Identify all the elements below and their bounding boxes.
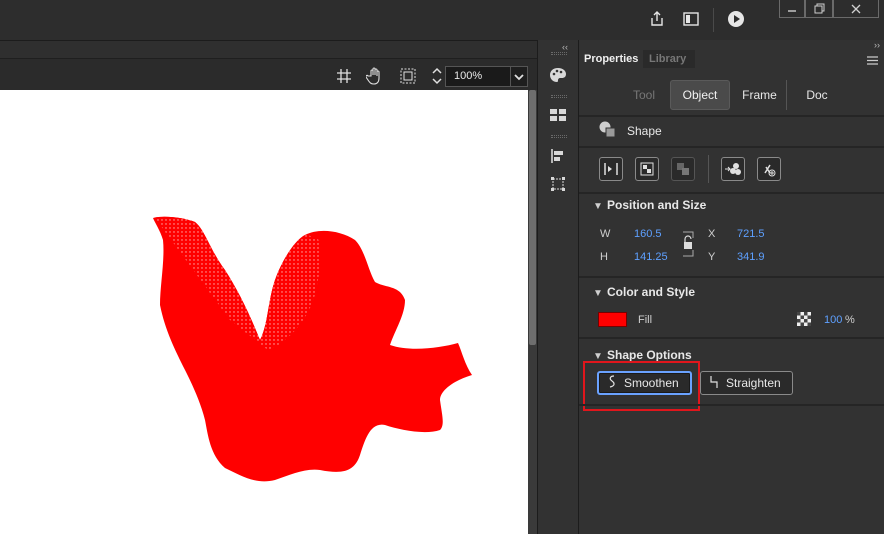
- section-color-style[interactable]: ▼ Color and Style: [593, 285, 695, 299]
- restore-button[interactable]: [805, 0, 833, 18]
- canvas-vertical-scrollbar[interactable]: [528, 90, 537, 534]
- width-value[interactable]: 160.5: [634, 228, 662, 240]
- chevron-down-icon: ▼: [593, 201, 603, 212]
- divider: [579, 192, 884, 194]
- stage-canvas[interactable]: [0, 90, 528, 534]
- swatches-icon[interactable]: [547, 104, 569, 126]
- tab-object[interactable]: Object: [670, 80, 730, 110]
- straighten-label: Straighten: [726, 376, 781, 390]
- grip: [551, 135, 567, 138]
- chevron-down-icon[interactable]: [511, 66, 528, 87]
- scrollbar-thumb[interactable]: [529, 90, 536, 345]
- panel-tool-strip: ‹‹: [537, 40, 579, 534]
- add-motion-icon[interactable]: [721, 157, 745, 181]
- minimize-button[interactable]: [779, 0, 805, 18]
- section-position-size[interactable]: ▼ Position and Size: [593, 198, 706, 212]
- panel-menu-icon[interactable]: [867, 54, 878, 68]
- x-label: X: [708, 228, 716, 240]
- collapse-right-icon[interactable]: ››: [874, 40, 880, 50]
- width-label: W: [600, 228, 611, 240]
- smoothen-label: Smoothen: [624, 376, 679, 390]
- pan-hand-icon[interactable]: [364, 65, 386, 87]
- smoothen-button[interactable]: Smoothen: [597, 371, 692, 395]
- close-button[interactable]: [833, 0, 879, 18]
- divider: [579, 146, 884, 148]
- height-value[interactable]: 141.25: [634, 251, 668, 263]
- shape-type-icon: [598, 120, 616, 141]
- fill-color-swatch[interactable]: [598, 312, 627, 327]
- fill-label: Fill: [638, 314, 653, 326]
- alpha-value[interactable]: 100: [824, 314, 842, 326]
- group-button: [671, 157, 695, 181]
- red-shape[interactable]: [0, 90, 528, 534]
- section-shape-options[interactable]: ▼ Shape Options: [593, 348, 692, 362]
- grip: [551, 95, 567, 98]
- toolbar-separator: [708, 155, 709, 183]
- straighten-icon: [710, 375, 718, 391]
- chevron-down-icon: ▼: [593, 288, 603, 299]
- title-bar: [0, 0, 884, 40]
- alpha-unit: %: [845, 314, 855, 326]
- clip-canvas-icon[interactable]: [397, 65, 419, 87]
- transform-icon[interactable]: [547, 173, 569, 195]
- tab-properties[interactable]: Properties: [584, 50, 642, 68]
- stage-toolbar: 100%: [0, 40, 537, 90]
- snap-icon[interactable]: [333, 65, 355, 87]
- play-icon[interactable]: [725, 8, 747, 30]
- document-tab-strip: [0, 41, 537, 59]
- x-value[interactable]: 721.5: [737, 228, 765, 240]
- panel-layout-icon[interactable]: [680, 8, 702, 30]
- create-tween-icon[interactable]: [757, 157, 781, 181]
- tab-frame[interactable]: Frame: [733, 80, 787, 110]
- height-label: H: [600, 251, 608, 263]
- share-icon[interactable]: [646, 8, 668, 30]
- zoom-input[interactable]: 100%: [445, 66, 511, 87]
- properties-panel: ›› Properties Library Tool Object Frame …: [579, 40, 884, 534]
- object-type-label: Shape: [627, 124, 662, 138]
- align-icon[interactable]: [547, 145, 569, 167]
- alpha-checker-icon: [797, 312, 811, 329]
- grip: [551, 52, 567, 55]
- lock-proportions-icon[interactable]: [681, 226, 695, 265]
- straighten-button[interactable]: Straighten: [700, 371, 793, 395]
- tab-doc[interactable]: Doc: [791, 80, 843, 110]
- tab-library[interactable]: Library: [643, 50, 695, 68]
- palette-icon[interactable]: [547, 64, 569, 86]
- collapse-left-icon[interactable]: ‹‹: [562, 42, 568, 52]
- smoothen-icon: [608, 375, 616, 391]
- tab-tool[interactable]: Tool: [621, 80, 667, 110]
- divider: [579, 337, 884, 339]
- divider: [579, 276, 884, 278]
- divider: [579, 404, 884, 406]
- y-value[interactable]: 341.9: [737, 251, 765, 263]
- convert-to-symbol-button[interactable]: [635, 157, 659, 181]
- y-label: Y: [708, 251, 716, 263]
- divider: [579, 115, 884, 117]
- break-apart-button[interactable]: [599, 157, 623, 181]
